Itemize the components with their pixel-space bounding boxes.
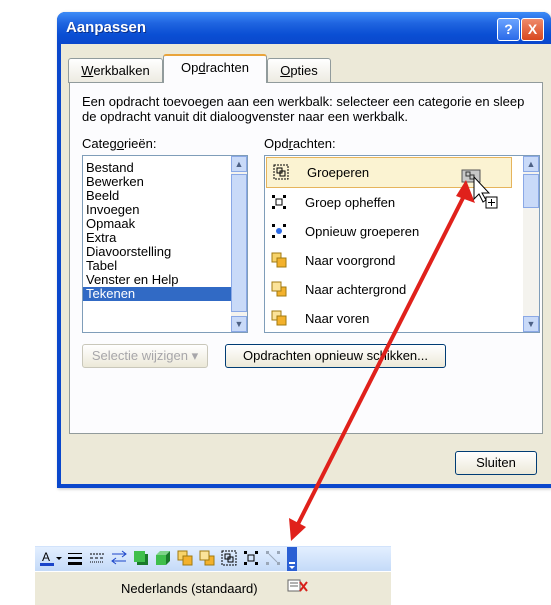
tab-commands[interactable]: Opdrachten (163, 54, 267, 83)
drag-arrow-icon (289, 180, 475, 541)
